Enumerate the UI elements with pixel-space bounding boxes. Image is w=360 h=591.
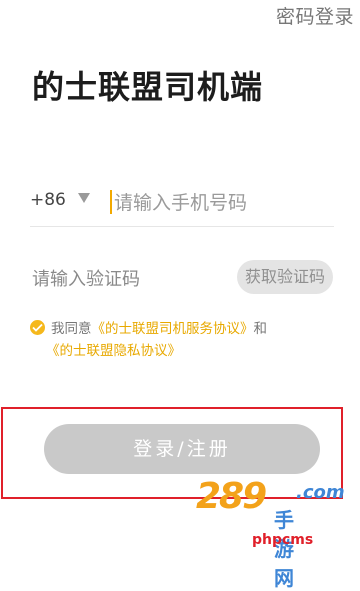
agree-checkbox[interactable]	[30, 320, 45, 335]
service-agreement-link[interactable]: 《的士联盟司机服务协议》	[92, 321, 254, 337]
login-register-button[interactable]: 登录/注册	[44, 424, 320, 474]
watermark-domain: .com	[296, 482, 345, 503]
page-title: 的士联盟司机端	[32, 68, 264, 106]
get-code-button[interactable]: 获取验证码	[237, 260, 333, 294]
verification-code-row: 获取验证码	[30, 258, 334, 298]
phone-number-input[interactable]	[114, 186, 324, 220]
privacy-agreement-link[interactable]: 《的士联盟隐私协议》	[46, 340, 330, 362]
phone-input-row: +86	[30, 186, 334, 227]
agreement: 我同意《的士联盟司机服务协议》和 《的士联盟隐私协议》	[30, 318, 330, 362]
check-icon	[32, 323, 43, 332]
verification-code-input[interactable]	[32, 264, 222, 294]
watermark-tag: phpcms	[252, 532, 314, 548]
text-cursor	[110, 190, 112, 214]
triangle-down-icon[interactable]	[78, 193, 90, 203]
password-login-link[interactable]: 密码登录	[276, 2, 354, 29]
agreement-conjunction: 和	[253, 321, 268, 337]
watermark-number: 289	[196, 476, 267, 517]
agreement-prefix: 我同意	[51, 321, 92, 337]
country-code[interactable]: +86	[30, 190, 66, 210]
